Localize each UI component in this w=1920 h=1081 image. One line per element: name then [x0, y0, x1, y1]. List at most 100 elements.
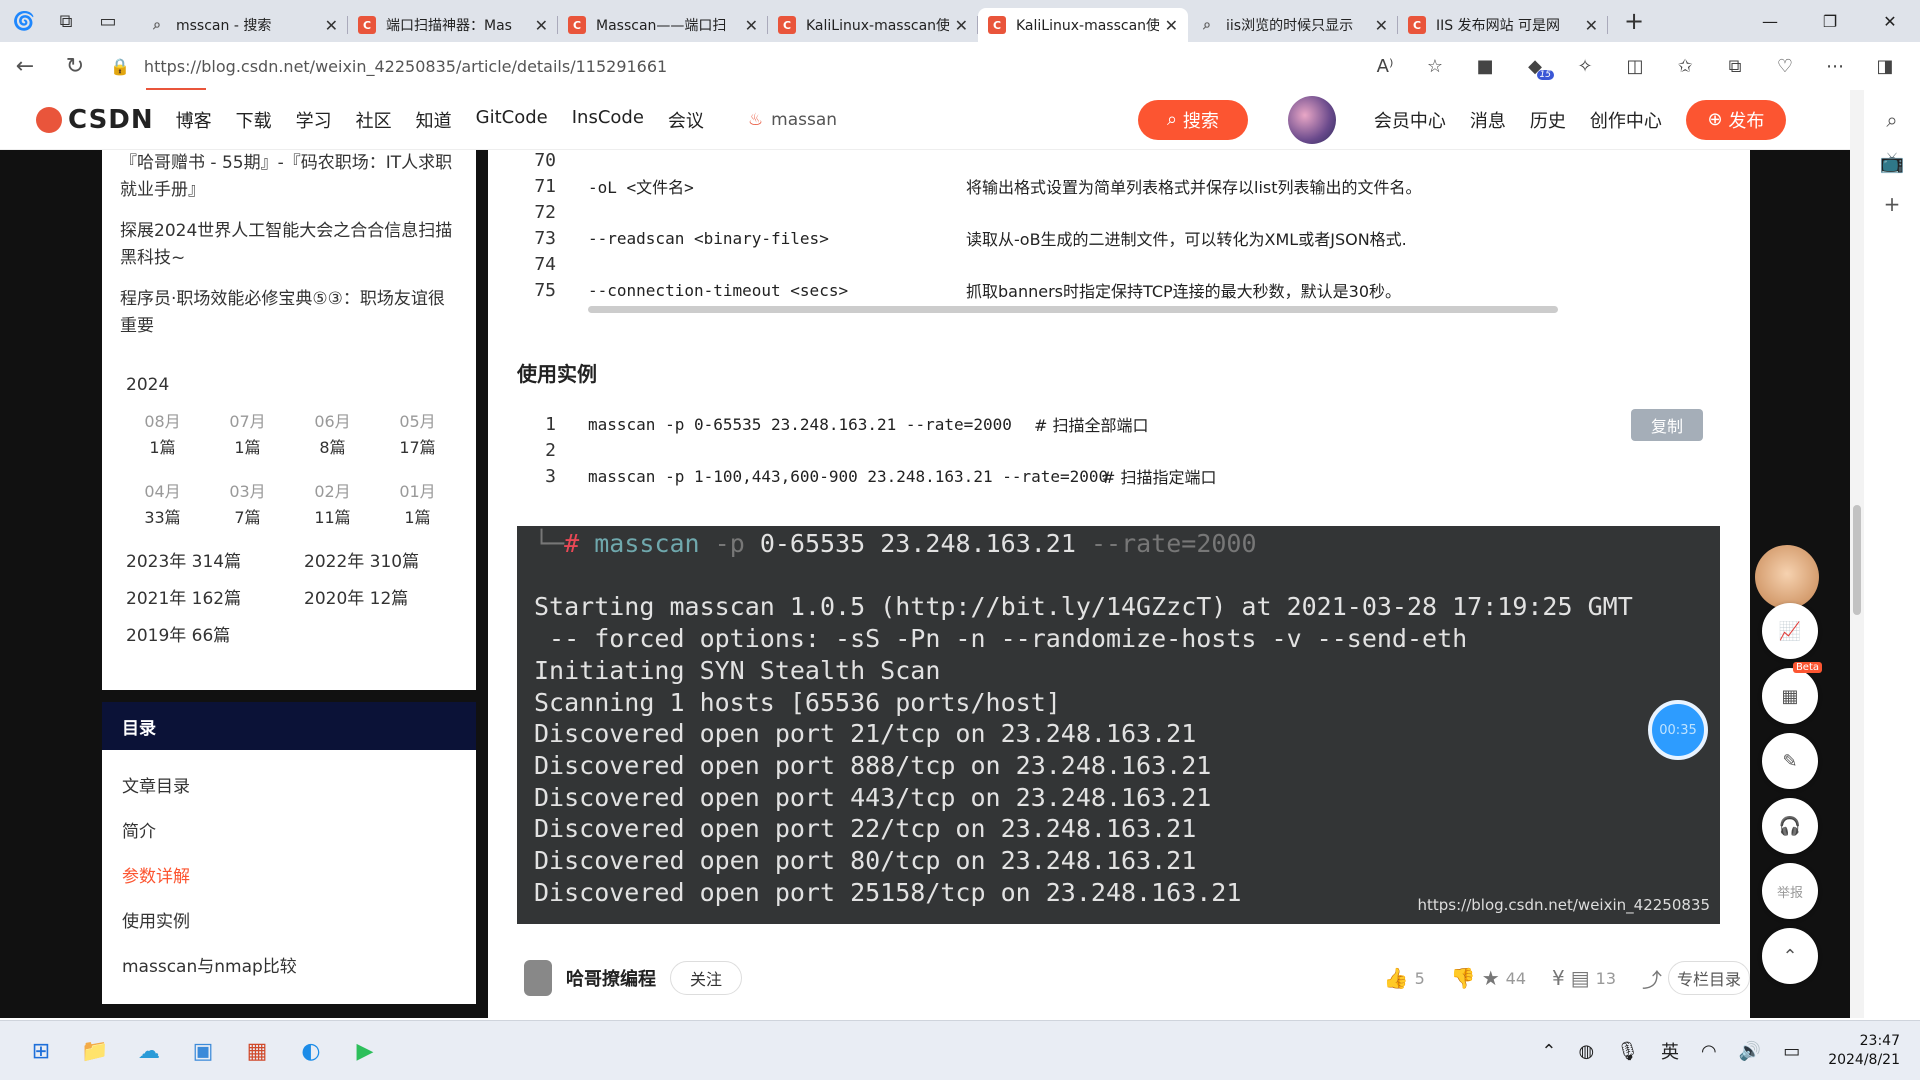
microphone-icon[interactable]: 🎙	[1616, 1041, 1639, 1062]
close-window-icon[interactable]: ✕	[1860, 12, 1920, 31]
page-scrollbar[interactable]	[1850, 90, 1864, 1018]
collections-icon[interactable]: ⧉	[1710, 56, 1760, 77]
star-icon[interactable]: ★	[1482, 966, 1500, 990]
bilibili-icon[interactable]: 📺	[1864, 150, 1920, 174]
archive-month[interactable]: 02月 11篇	[290, 479, 375, 531]
code-horizontal-scrollbar[interactable]	[588, 306, 1558, 313]
archive-month[interactable]: 01月 1篇	[375, 479, 460, 531]
browser-profile-icon[interactable]: 🌀	[6, 3, 42, 39]
cloud-icon[interactable]: ☁	[128, 1031, 170, 1071]
new-tab-icon[interactable]: +	[1624, 7, 1644, 35]
archive-month[interactable]: 08月 1篇	[120, 409, 205, 461]
battery-icon[interactable]: ▭	[1783, 1041, 1800, 1062]
avatar[interactable]	[1287, 95, 1336, 144]
follow-button[interactable]: 关注	[670, 961, 742, 995]
nav-item[interactable]: 知道	[416, 107, 452, 133]
tab-actions-icon[interactable]: ▭	[90, 3, 126, 39]
author-avatar[interactable]	[524, 960, 552, 996]
wifi-icon[interactable]: ◠	[1701, 1041, 1717, 1062]
comment-icon[interactable]: ▤	[1571, 966, 1590, 990]
refresh-icon[interactable]: ↻	[50, 54, 100, 79]
toc-item[interactable]: masscan与nmap比较	[102, 952, 476, 997]
scrollbar-thumb[interactable]	[1853, 505, 1861, 615]
author-name[interactable]: 哈哥撩编程	[566, 965, 656, 991]
app-icon[interactable]: ▣	[182, 1031, 224, 1071]
reward-icon[interactable]: ¥	[1552, 966, 1565, 990]
start-icon[interactable]: ⊞	[20, 1031, 62, 1071]
chart-tool-icon[interactable]: 📈	[1762, 603, 1818, 659]
minimize-icon[interactable]: —	[1740, 12, 1800, 31]
tray-app-icon[interactable]: ◍	[1578, 1041, 1594, 1062]
file-explorer-icon[interactable]: 📁	[74, 1031, 116, 1071]
tab-close-icon[interactable]: ✕	[1585, 16, 1598, 35]
favorite-star-icon[interactable]: ☆	[1410, 56, 1460, 77]
sidebar-toggle-icon[interactable]: ◨	[1860, 56, 1910, 77]
clock[interactable]: 23:47 2024/8/21	[1828, 1032, 1900, 1070]
archive-year-link[interactable]: 2023年 314篇	[126, 547, 304, 572]
tab-2[interactable]: C Masscan——端口扫 ✕	[558, 8, 768, 42]
nav-item[interactable]: 学习	[296, 107, 332, 133]
office-icon[interactable]: ▦	[236, 1031, 278, 1071]
edit-icon[interactable]: ✎	[1762, 733, 1818, 789]
extension-badge-icon[interactable]: ◆ 15	[1510, 56, 1560, 80]
user-menu-item[interactable]: 创作中心	[1590, 107, 1662, 133]
archive-month[interactable]: 04月 33篇	[120, 479, 205, 531]
tab-0[interactable]: ⌕ msscan - 搜索 ✕	[138, 8, 348, 42]
nav-item[interactable]: 下载	[236, 107, 272, 133]
hot-article-link[interactable]: 探展2024世界人工智能大会之合合信息扫描黑科技~	[120, 218, 458, 272]
more-menu-icon[interactable]: ⋯	[1810, 56, 1860, 77]
tab-1[interactable]: C 端口扫描神器：Mas ✕	[348, 8, 558, 42]
tab-5[interactable]: ⌕ iis浏览的时候只显示 ✕	[1188, 8, 1398, 42]
lock-icon[interactable]: 🔒	[110, 57, 130, 76]
extension-game-icon[interactable]: ■	[1460, 56, 1510, 77]
nav-item[interactable]: 社区	[356, 107, 392, 133]
search-sidebar-icon[interactable]: ⌕	[1864, 108, 1920, 132]
publish-button[interactable]: ⊕ 发布	[1685, 99, 1786, 140]
tab-close-icon[interactable]: ✕	[325, 16, 338, 35]
toc-item[interactable]: 参数详解	[102, 862, 476, 907]
report-button[interactable]: 举报	[1762, 863, 1818, 919]
nav-item[interactable]: GitCode	[476, 107, 548, 133]
search-button[interactable]: ⌕ 搜索	[1137, 99, 1248, 140]
player-icon[interactable]: ▶	[344, 1031, 386, 1071]
volume-icon[interactable]: 🔊	[1739, 1041, 1761, 1062]
tab-6[interactable]: C IIS 发布网站 可是网 ✕	[1398, 8, 1608, 42]
split-screen-icon[interactable]: ◫	[1610, 56, 1660, 77]
archive-year-link[interactable]: 2020年 12篇	[304, 584, 482, 609]
favorites-icon[interactable]: ✩	[1660, 56, 1710, 77]
tab-close-icon[interactable]: ✕	[1375, 16, 1388, 35]
hot-article-link[interactable]: 『哈哥赠书 - 55期』-『码农职场：IT人求职就业手册』	[120, 150, 458, 204]
search-input[interactable]: ♨ massan	[748, 101, 1108, 139]
back-to-top-icon[interactable]: ⌃	[1762, 928, 1818, 984]
tab-close-icon[interactable]: ✕	[1165, 16, 1178, 35]
tab-close-icon[interactable]: ✕	[535, 16, 548, 35]
ime-indicator[interactable]: 英	[1661, 1038, 1679, 1064]
workspaces-icon[interactable]: ⧉	[48, 3, 84, 39]
add-sidebar-icon[interactable]: +	[1864, 192, 1920, 216]
ai-tool-icon[interactable]: ▦ Beta	[1762, 662, 1822, 724]
archive-year-link[interactable]: 2019年 66篇	[126, 621, 304, 646]
toc-item[interactable]: 简介	[102, 817, 476, 862]
tab-close-icon[interactable]: ✕	[955, 16, 968, 35]
csdn-logo[interactable]: CSDN	[36, 105, 154, 135]
dislike-icon[interactable]: 👎	[1451, 966, 1476, 990]
reading-timer[interactable]: 00:35	[1648, 700, 1708, 760]
archive-month[interactable]: 05月 17篇	[375, 409, 460, 461]
browser-health-icon[interactable]: ♡	[1760, 56, 1810, 77]
user-menu-item[interactable]: 消息	[1470, 107, 1506, 133]
read-aloud-icon[interactable]: A⁾	[1360, 56, 1410, 77]
user-menu-item[interactable]: 历史	[1530, 107, 1566, 133]
nav-item[interactable]: 会议	[668, 107, 704, 133]
url-field[interactable]: 🔒 https://blog.csdn.net/weixin_42250835/…	[110, 48, 1310, 84]
toc-item[interactable]: 文章目录	[102, 772, 476, 817]
tab-close-icon[interactable]: ✕	[745, 16, 758, 35]
tab-4[interactable]: C KaliLinux-masscan使 ✕	[978, 8, 1188, 42]
archive-month[interactable]: 06月 8篇	[290, 409, 375, 461]
column-directory-button[interactable]: 专栏目录	[1668, 961, 1750, 995]
archive-year-link[interactable]: 2022年 310篇	[304, 547, 482, 572]
tray-expand-icon[interactable]: ⌃	[1541, 1041, 1556, 1062]
nav-item[interactable]: InsCode	[572, 107, 644, 133]
archive-month[interactable]: 07月 1篇	[205, 409, 290, 461]
headset-icon[interactable]: 🎧	[1762, 798, 1818, 854]
toc-item[interactable]: 使用实例	[102, 907, 476, 952]
